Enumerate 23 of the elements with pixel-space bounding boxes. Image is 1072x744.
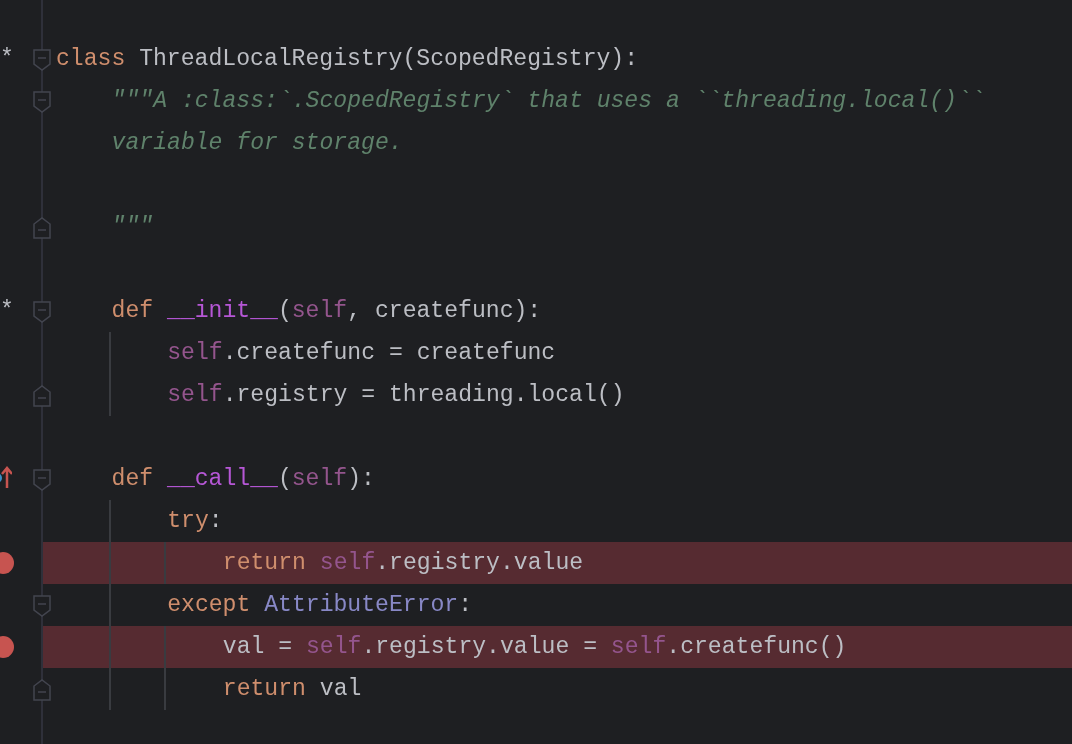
code-line: def __call__(self): [111,465,375,494]
code-line: self.createfunc = createfunc [167,339,556,368]
fold-end-icon[interactable] [33,679,51,701]
code-line: self.registry = threading.local() [167,381,625,410]
code-line: variable for storage. [111,129,403,158]
fold-end-icon[interactable] [33,217,51,239]
modified-mark: * [0,298,14,324]
code-line: """ [111,213,154,242]
modified-mark: * [0,46,14,72]
code-line: except AttributeError: [167,591,473,620]
fold-end-icon[interactable] [33,385,51,407]
code-line: """A :class:`.ScopedRegistry` that uses a ``threading.local()`` [111,87,985,116]
fold-collapse-icon[interactable] [33,595,51,617]
fold-collapse-icon[interactable] [33,91,51,113]
code-line: try: [167,507,223,536]
fold-collapse-icon[interactable] [33,469,51,491]
code-line: val = self.registry.value = self.createfunc() [222,633,847,662]
fold-collapse-icon[interactable] [33,301,51,323]
code-line: return self.registry.value [222,549,584,578]
code-line: def __init__(self, createfunc): [111,297,542,326]
code-line: class ThreadLocalRegistry(ScopedRegistry): [56,45,639,74]
code-line: return val [222,675,362,704]
fold-collapse-icon[interactable] [33,49,51,71]
